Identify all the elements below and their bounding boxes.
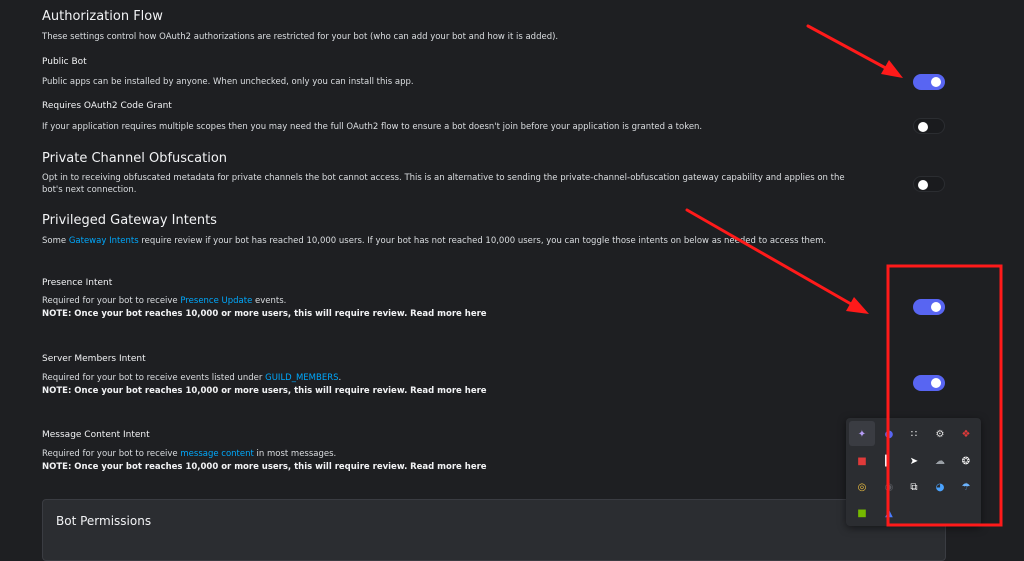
arrow-intents xyxy=(685,208,869,314)
arrow-public-bot xyxy=(806,24,903,78)
highlight-box xyxy=(886,264,1003,527)
annotation-overlay xyxy=(685,24,1003,527)
